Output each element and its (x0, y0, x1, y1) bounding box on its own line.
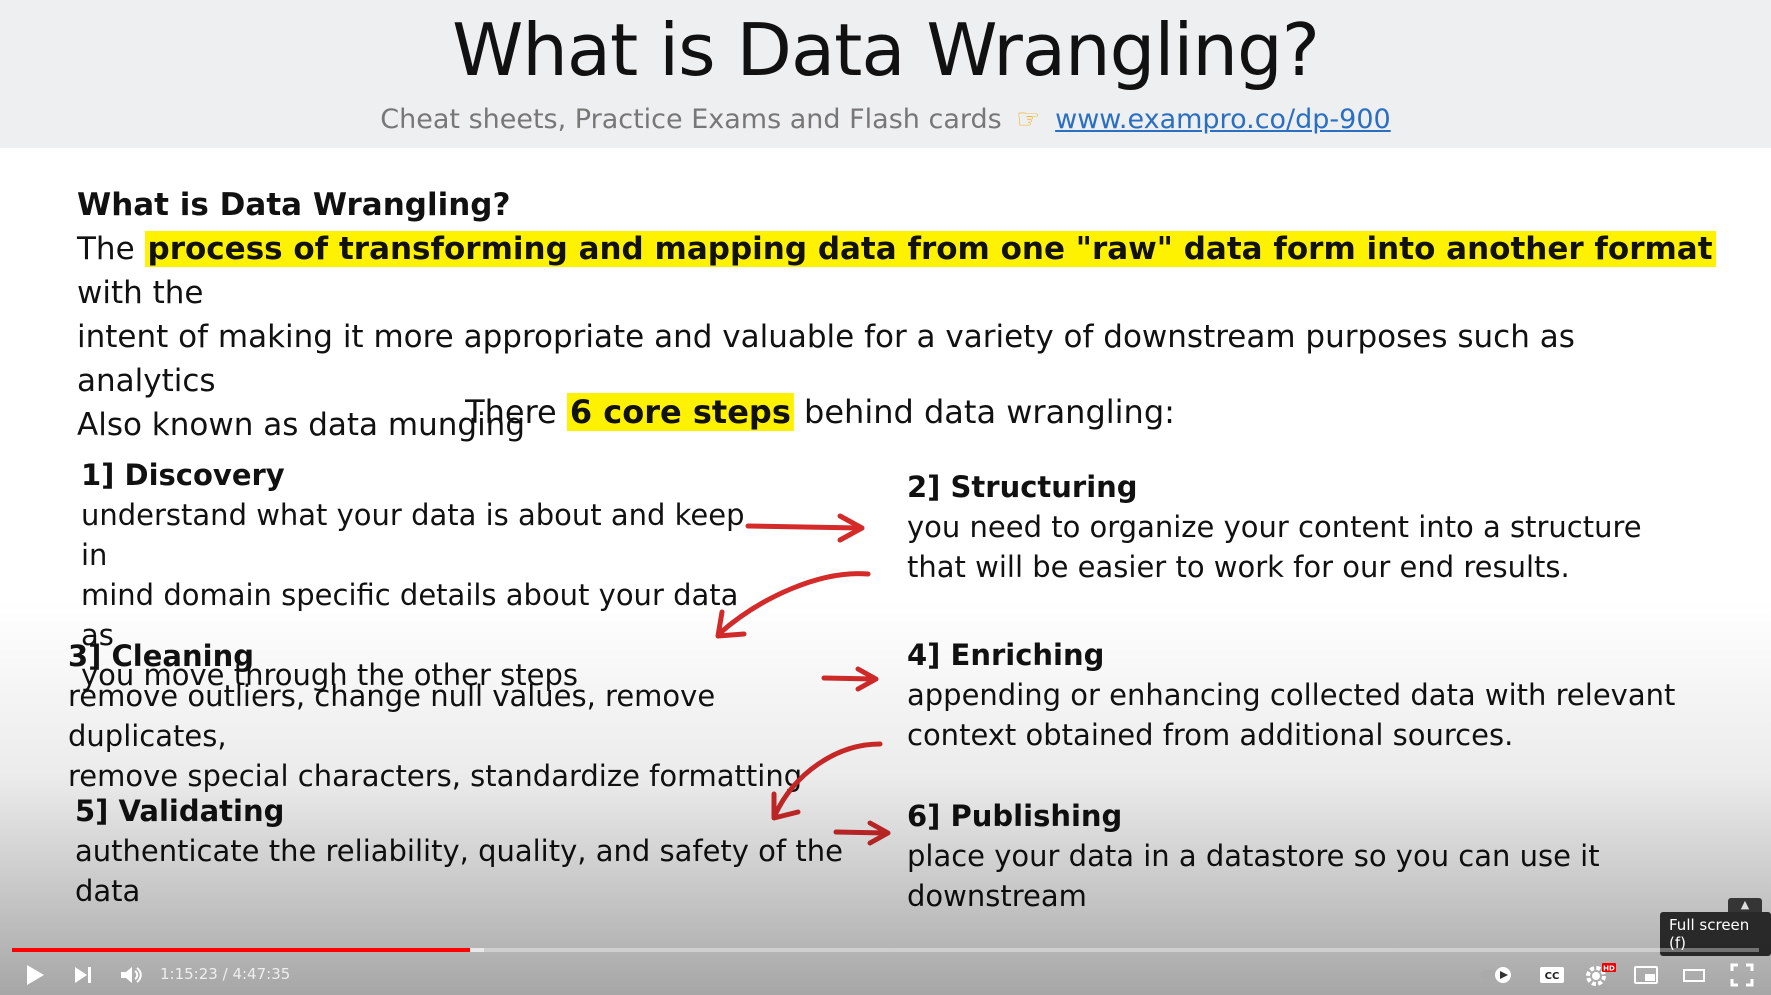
theater-mode-button[interactable] (1676, 961, 1712, 989)
step-line: understand what your data is about and k… (81, 498, 745, 572)
time-total: 4:47:35 (232, 965, 291, 983)
step-title: 5] Validating (75, 794, 285, 828)
step-validating: 5] Validating authenticate the reliabili… (75, 791, 875, 911)
progress-played (12, 948, 470, 952)
slide-header: What is Data Wrangling? Cheat sheets, Pr… (0, 0, 1771, 148)
step-title: 6] Publishing (907, 799, 1123, 833)
fullscreen-button[interactable] (1724, 961, 1760, 989)
miniplayer-icon (1634, 966, 1658, 984)
step-line: remove special characters, standardize f… (68, 759, 803, 793)
core-highlight: 6 core steps (566, 393, 794, 431)
core-suffix: behind data wrangling: (804, 393, 1175, 431)
core-prefix: There (465, 393, 557, 431)
slide-title: What is Data Wrangling? (452, 8, 1320, 92)
miniplayer-button[interactable] (1628, 961, 1664, 989)
step-title: 4] Enriching (907, 638, 1105, 672)
definition-highlight: process of transforming and mapping data… (144, 231, 1716, 267)
step-title: 2] Structuring (907, 470, 1138, 504)
step-publishing: 6] Publishing place your data in a datas… (907, 796, 1767, 916)
definition-suffix: with the (77, 275, 204, 311)
hd-badge: HD (1603, 965, 1615, 973)
time-separator: / (222, 965, 228, 983)
step-structuring: 2] Structuring you need to organize your… (907, 467, 1687, 587)
exampro-link[interactable]: www.exampro.co/dp-900 (1055, 104, 1391, 135)
autoplay-toggle[interactable] (1478, 961, 1518, 989)
slide-subtitle: Cheat sheets, Practice Exams and Flash c… (0, 104, 1771, 135)
settings-button[interactable]: HD (1580, 961, 1620, 989)
step-line: remove outliers, change null values, rem… (68, 679, 716, 753)
pointing-hand-icon: ☞ (1016, 104, 1041, 135)
step-enriching: 4] Enriching appending or enhancing coll… (907, 635, 1687, 755)
next-button[interactable] (68, 961, 98, 989)
play-icon (27, 965, 44, 985)
player-controls: 1:15:23 / 4:47:35 CC HD (0, 955, 1771, 995)
definition-line-2: intent of making it more appropriate and… (77, 319, 1575, 399)
step-line: place your data in a datastore so you ca… (907, 839, 1600, 913)
slide: What is Data Wrangling? Cheat sheets, Pr… (0, 0, 1771, 995)
theater-icon (1683, 969, 1705, 982)
step-line: you need to organize your content into a… (907, 510, 1642, 544)
step-title: 3] Cleaning (68, 639, 254, 673)
progress-bar[interactable] (12, 948, 1759, 952)
step-line: context obtained from additional sources… (907, 718, 1514, 752)
svg-text:CC: CC (1545, 971, 1560, 982)
play-button[interactable] (20, 961, 50, 989)
arrow-right-icon (745, 513, 865, 543)
settings-icon: HD (1586, 963, 1616, 986)
captions-icon: CC (1540, 967, 1564, 983)
autoplay-toggle-icon (1481, 967, 1511, 983)
time-display: 1:15:23 / 4:47:35 (160, 965, 290, 983)
fullscreen-icon (1730, 963, 1754, 987)
subtitle-text: Cheat sheets, Practice Exams and Flash c… (380, 104, 1002, 135)
volume-icon (121, 967, 142, 983)
captions-button[interactable]: CC (1534, 961, 1570, 989)
step-line: that will be easier to work for our end … (907, 550, 1570, 584)
chevron-up-icon: ▲ (1728, 898, 1762, 912)
core-steps-line: There 6 core steps behind data wrangling… (0, 393, 1640, 431)
definition-line-1: The process of transforming and mapping … (77, 227, 1717, 315)
step-title: 1] Discovery (81, 458, 285, 492)
step-line: authenticate the reliability, quality, a… (75, 834, 843, 908)
definition-heading: What is Data Wrangling? (77, 187, 511, 223)
definition-prefix: The (77, 231, 135, 267)
step-cleaning: 3] Cleaning remove outliers, change null… (68, 636, 848, 796)
time-current: 1:15:23 (160, 965, 218, 983)
step-line: appending or enhancing collected data wi… (907, 678, 1676, 712)
volume-button[interactable] (116, 961, 146, 989)
next-icon (75, 967, 91, 983)
